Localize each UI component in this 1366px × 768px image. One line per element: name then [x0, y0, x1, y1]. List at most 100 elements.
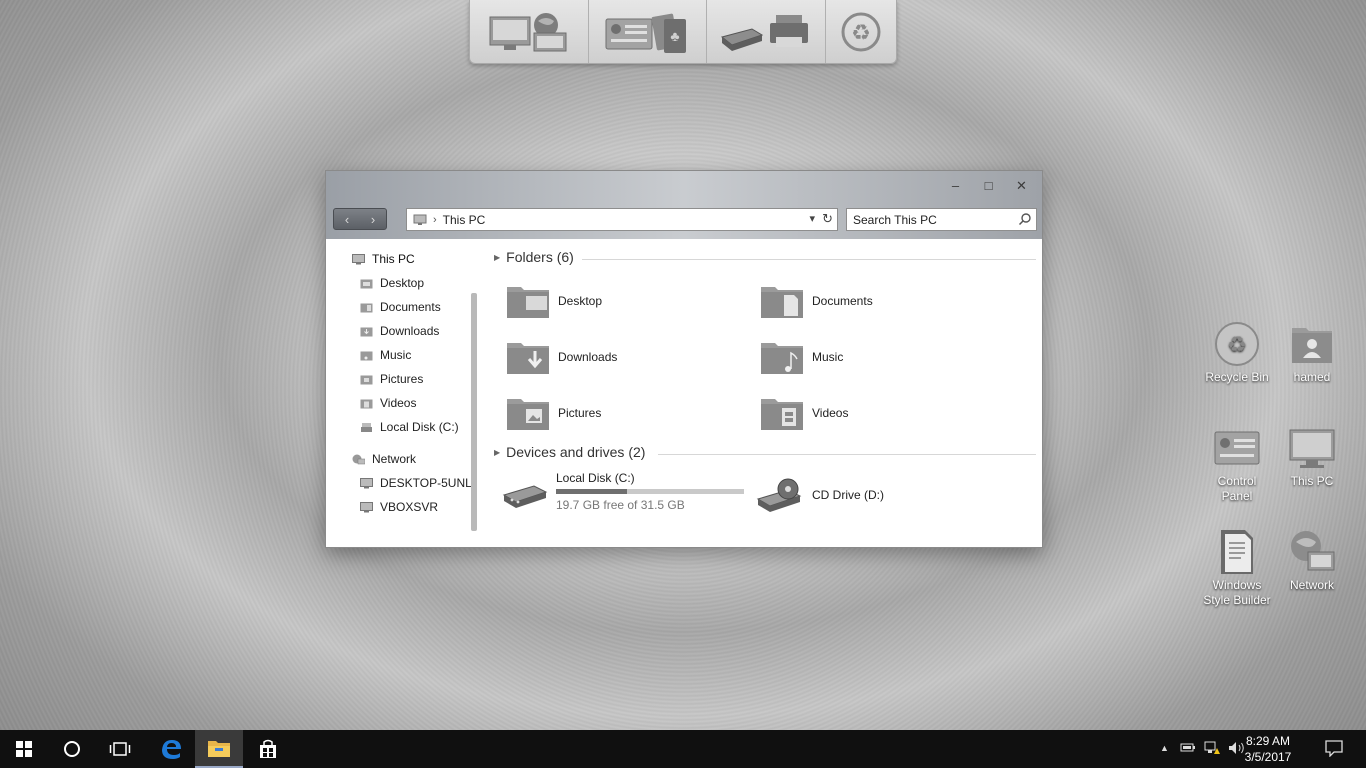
desktop-icon-label: This PC [1290, 474, 1334, 488]
folder-tile-desktop[interactable]: Desktop [506, 283, 602, 319]
clock-time: 8:29 AM [1245, 734, 1291, 748]
network-tray-icon[interactable] [1204, 741, 1220, 758]
desktop-icon-control-panel[interactable]: Control Panel [1201, 424, 1273, 504]
expand-triangle-icon[interactable]: ▶ [494, 448, 500, 457]
store-icon [260, 739, 276, 758]
forward-button[interactable]: › [371, 212, 375, 227]
devices-group-header[interactable]: ▶ Devices and drives (2) [494, 444, 645, 460]
folder-icon [761, 343, 803, 374]
svg-text:♣: ♣ [671, 28, 680, 44]
nav-network-desktop[interactable]: DESKTOP-5UNLI [360, 473, 475, 493]
drive-tile-cd[interactable]: CD Drive (D:) [756, 477, 884, 513]
address-bar[interactable]: › This PC ▾ ↻ [406, 208, 838, 231]
folder-icon [360, 351, 373, 360]
nav-pictures[interactable]: Pictures [360, 369, 423, 389]
folder-tile-music[interactable]: Music [760, 339, 843, 375]
address-dropdown-icon[interactable]: ▾ [809, 212, 815, 225]
tile-label: Pictures [558, 406, 602, 420]
recycle-icon: ♻ [841, 12, 881, 51]
show-hidden-icons-button[interactable]: ▲ [1160, 743, 1169, 753]
desktop-icon-label: Windows Style Builder [1203, 578, 1271, 607]
cortana-icon [64, 741, 80, 757]
folder-tile-videos[interactable]: Videos [760, 395, 848, 431]
taskbar-clock[interactable]: 8:29 AM 3/5/2017 [1238, 733, 1298, 765]
desktop-icon-label: hamed [1293, 370, 1331, 384]
nav-videos[interactable]: Videos [360, 393, 416, 413]
nav-desktop[interactable]: Desktop [360, 273, 424, 293]
refresh-icon[interactable]: ↻ [822, 211, 833, 227]
navigation-pane: This PC Desktop Documents Downloads Musi… [326, 239, 477, 547]
desktop-icon-label: Network [1289, 578, 1334, 592]
action-center-icon[interactable] [1325, 740, 1343, 760]
expand-triangle-icon[interactable]: ▶ [494, 253, 500, 262]
task-view-button[interactable] [96, 730, 144, 768]
computer-icon [360, 477, 373, 488]
close-button[interactable]: ✕ [1011, 177, 1032, 193]
dock-network-computer[interactable] [470, 0, 589, 63]
edge-browser-icon [162, 740, 181, 759]
desktop-icon-hamed[interactable]: hamed [1276, 320, 1348, 385]
folder-icon [360, 327, 373, 336]
nav-local-disk[interactable]: Local Disk (C:) [360, 417, 459, 437]
drive-usage-fill [556, 489, 627, 494]
network-icon [1291, 531, 1335, 571]
desktop-icon-network[interactable]: Network [1276, 528, 1348, 593]
folder-icon [360, 303, 373, 312]
desktop-icon-recycle-bin[interactable]: ♻ Recycle Bin [1201, 320, 1273, 385]
search-icon[interactable] [1018, 212, 1032, 226]
nav-label: Videos [380, 396, 417, 410]
maximize-button[interactable]: □ [978, 177, 999, 193]
control-panel-cards-icon: ♣ [605, 13, 687, 53]
dock-control-panel[interactable]: ♣ [589, 0, 707, 63]
search-input[interactable] [853, 212, 1013, 227]
computer-icon [360, 501, 373, 512]
desktop-icon-this-pc[interactable]: This PC [1276, 424, 1348, 489]
folder-tile-pictures[interactable]: Pictures [506, 395, 601, 431]
file-explorer-window: – □ ✕ ‹ › › This PC ▾ ↻ This PC [325, 170, 1043, 548]
nav-label: Local Disk (C:) [380, 420, 459, 434]
nav-documents[interactable]: Documents [360, 297, 441, 317]
drive-tile-local-disk[interactable]: Local Disk (C:) 19.7 GB free of 31.5 GB [502, 471, 744, 512]
battery-icon[interactable] [1180, 741, 1196, 756]
group-title: Folders (6) [506, 249, 574, 265]
nav-network-vboxsvr[interactable]: VBOXSVR [360, 497, 438, 517]
nav-music[interactable]: Music [360, 345, 411, 365]
back-button[interactable]: ‹ [345, 212, 349, 227]
svg-text:♻: ♻ [851, 20, 871, 45]
folder-icon [507, 343, 549, 374]
nav-label: DESKTOP-5UNLI [380, 476, 476, 490]
minimize-button[interactable]: – [945, 177, 966, 193]
breadcrumb-this-pc[interactable]: This PC [443, 213, 486, 227]
edge-button[interactable] [147, 730, 195, 768]
store-button[interactable] [244, 730, 292, 768]
style-builder-document-icon [1221, 530, 1253, 574]
folder-tile-downloads[interactable]: Downloads [506, 339, 617, 375]
drive-name: Local Disk (C:) [556, 471, 635, 485]
dock-recycle-bin[interactable]: ♻ [826, 0, 897, 63]
nav-scrollbar[interactable] [471, 293, 477, 531]
nav-downloads[interactable]: Downloads [360, 321, 439, 341]
user-folder-icon [1292, 328, 1332, 363]
cortana-search-button[interactable] [48, 730, 96, 768]
file-explorer-button[interactable] [195, 730, 243, 768]
clock-date: 3/5/2017 [1244, 750, 1292, 764]
network-computer-icon [489, 12, 567, 51]
search-box[interactable] [846, 208, 1037, 231]
network-icon [352, 454, 365, 464]
folder-icon [360, 279, 373, 288]
start-button[interactable] [0, 730, 48, 768]
breadcrumb-separator: › [433, 213, 437, 226]
nav-network[interactable]: Network [352, 449, 416, 469]
folder-tile-documents[interactable]: Documents [760, 283, 873, 319]
folders-group-header[interactable]: ▶ Folders (6) [494, 249, 574, 265]
folder-icon [360, 375, 373, 384]
title-bar[interactable]: – □ ✕ ‹ › › This PC ▾ ↻ [326, 171, 1042, 239]
dock-devices[interactable] [707, 0, 826, 63]
tile-label: Videos [812, 406, 849, 420]
desktop-icon-windows-style-builder[interactable]: Windows Style Builder [1201, 528, 1273, 608]
nav-label: Pictures [380, 372, 424, 386]
group-divider [582, 259, 1036, 260]
folder-icon [507, 399, 549, 430]
nav-this-pc[interactable]: This PC [352, 249, 415, 269]
navigation-buttons: ‹ › [333, 208, 387, 230]
